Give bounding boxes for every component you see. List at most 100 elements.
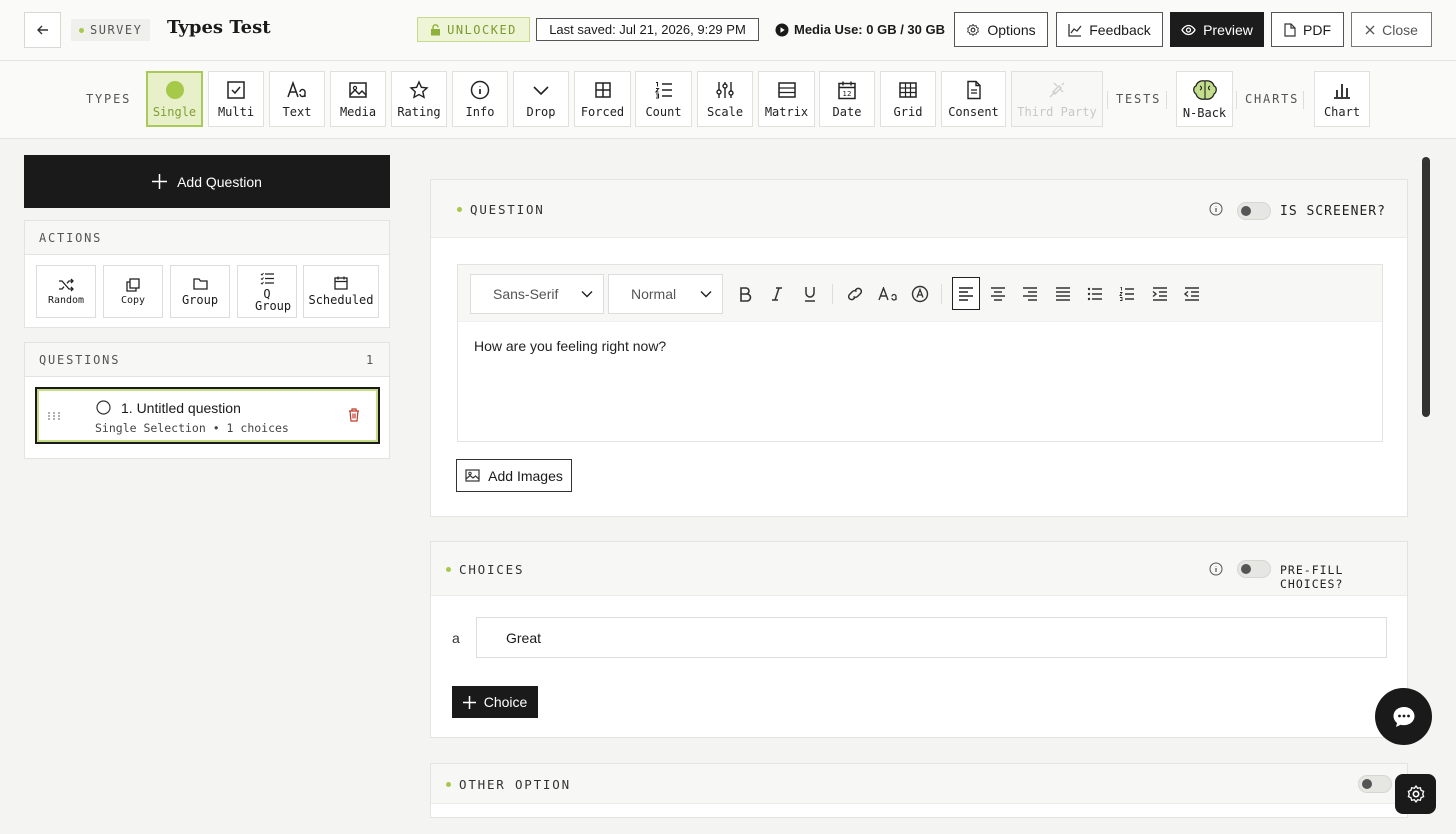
type-date-button[interactable]: 12 Date — [819, 71, 875, 127]
eye-icon — [1181, 24, 1196, 36]
question-text-area[interactable]: How are you feeling right now? — [474, 338, 666, 354]
drag-handle-icon[interactable] — [47, 411, 61, 421]
font-family-value: Sans-Serif — [493, 286, 559, 302]
random-button[interactable]: Random — [36, 265, 96, 318]
clear-format-icon[interactable] — [908, 282, 932, 306]
charts-section-label: CHARTS — [1245, 92, 1300, 106]
matrix-icon — [777, 80, 797, 100]
numbered-list-icon[interactable] — [1115, 282, 1139, 306]
type-label: Count — [645, 104, 682, 119]
align-justify-icon[interactable] — [1051, 282, 1075, 306]
chevron-down-icon — [581, 290, 593, 298]
type-consent-button[interactable]: Consent — [941, 71, 1006, 127]
divider — [832, 284, 833, 304]
plug-icon — [1047, 80, 1067, 100]
type-count-button[interactable]: Count — [635, 71, 692, 127]
group-button[interactable]: Group — [170, 265, 230, 318]
checkbox-icon — [226, 80, 246, 100]
type-drop-button[interactable]: Drop — [513, 71, 569, 127]
settings-button[interactable] — [1395, 774, 1436, 814]
align-left-icon[interactable] — [952, 277, 980, 310]
document-icon — [964, 80, 984, 100]
rich-text-editor: Sans-Serif Normal How are you feeling ri… — [457, 264, 1383, 442]
questions-title: QUESTIONS — [39, 352, 121, 367]
type-scale-button[interactable]: Scale — [697, 71, 753, 127]
test-n-back-button[interactable]: N-Back — [1176, 71, 1233, 127]
text-icon — [286, 80, 308, 100]
add-images-button[interactable]: Add Images — [456, 459, 572, 492]
last-saved-label: Last saved: Jul 21, 2026, 9:29 PM — [536, 18, 759, 41]
type-forced-button[interactable]: Forced — [574, 71, 631, 127]
questions-panel: QUESTIONS 1 1. Untitled question Single … — [24, 342, 390, 459]
add-choice-label: Choice — [483, 694, 528, 710]
indent-icon[interactable] — [1148, 282, 1172, 306]
status-dot-icon — [79, 27, 84, 33]
actions-panel-header: ACTIONS — [25, 221, 389, 255]
q-group-label: Q Group — [255, 286, 292, 313]
pdf-button[interactable]: PDF — [1271, 12, 1344, 47]
underline-icon[interactable] — [798, 282, 822, 306]
image-icon — [348, 80, 368, 100]
back-button[interactable] — [24, 12, 61, 48]
type-matrix-button[interactable]: Matrix — [758, 71, 815, 127]
feedback-button[interactable]: Feedback — [1056, 12, 1163, 47]
type-text-button[interactable]: Text — [269, 71, 325, 127]
add-choice-button[interactable]: Choice — [452, 686, 538, 718]
chat-button[interactable] — [1375, 688, 1432, 745]
info-icon[interactable] — [1209, 562, 1223, 576]
trash-icon[interactable] — [348, 408, 360, 422]
close-button[interactable]: Close — [1351, 12, 1432, 47]
choices-card-header: CHOICES PRE-FILL CHOICES? — [431, 542, 1407, 596]
copy-button[interactable]: Copy — [103, 265, 163, 318]
font-size-select[interactable]: Normal — [608, 274, 723, 314]
media-use: Media Use: 0 GB / 30 GB — [775, 22, 945, 37]
type-label: Matrix — [764, 104, 809, 119]
lock-icon — [430, 23, 441, 36]
radio-filled-icon — [165, 80, 185, 100]
random-label: Random — [47, 294, 85, 306]
q-group-button[interactable]: Q Group — [237, 265, 297, 318]
outdent-icon[interactable] — [1180, 282, 1204, 306]
type-label: Text — [282, 104, 312, 119]
choice-input[interactable]: Great — [476, 617, 1387, 658]
italic-icon[interactable] — [765, 282, 789, 306]
link-icon[interactable] — [843, 282, 867, 306]
type-rating-button[interactable]: Rating — [391, 71, 447, 127]
other-option-toggle[interactable] — [1358, 775, 1392, 793]
scrollbar-thumb[interactable] — [1422, 157, 1430, 417]
preview-button[interactable]: Preview — [1170, 12, 1264, 47]
sliders-icon — [715, 80, 735, 100]
font-family-select[interactable]: Sans-Serif — [470, 274, 604, 314]
survey-tag: SURVEY — [71, 19, 151, 41]
choices-card-title: CHOICES — [446, 562, 524, 577]
type-info-button[interactable]: Info — [452, 71, 508, 127]
chart-button[interactable]: Chart — [1314, 71, 1370, 127]
prefill-choices-toggle[interactable] — [1237, 560, 1271, 578]
scheduled-button[interactable]: Scheduled — [303, 265, 379, 318]
align-right-icon[interactable] — [1018, 282, 1042, 306]
type-grid-button[interactable]: Grid — [880, 71, 936, 127]
type-label: Media — [339, 104, 377, 119]
info-icon[interactable] — [1209, 202, 1223, 216]
options-button[interactable]: Options — [954, 12, 1048, 47]
type-label: Scale — [706, 104, 744, 119]
type-single-button[interactable]: Single — [146, 71, 203, 127]
question-list-item[interactable]: 1. Untitled question Single Selection • … — [35, 387, 380, 444]
chevron-down-icon — [700, 290, 712, 298]
questions-panel-header: QUESTIONS 1 — [25, 343, 389, 377]
other-option-title-text: OTHER OPTION — [459, 777, 571, 792]
bullet-list-icon[interactable] — [1083, 282, 1107, 306]
bold-icon[interactable] — [733, 282, 757, 306]
question-card: QUESTION IS SCREENER? Sans-Serif Normal — [430, 179, 1408, 517]
grid-icon — [593, 80, 613, 100]
align-center-icon[interactable] — [986, 282, 1010, 306]
type-media-button[interactable]: Media — [330, 71, 386, 127]
type-multi-button[interactable]: Multi — [208, 71, 264, 127]
screener-toggle[interactable] — [1237, 202, 1271, 220]
close-label: Close — [1382, 21, 1418, 38]
text-size-icon[interactable] — [876, 282, 900, 306]
tests-section-label: TESTS — [1116, 92, 1162, 106]
lock-status-badge[interactable]: UNLOCKED — [417, 17, 530, 42]
feedback-label: Feedback — [1089, 21, 1151, 38]
add-question-button[interactable]: Add Question — [24, 155, 390, 208]
